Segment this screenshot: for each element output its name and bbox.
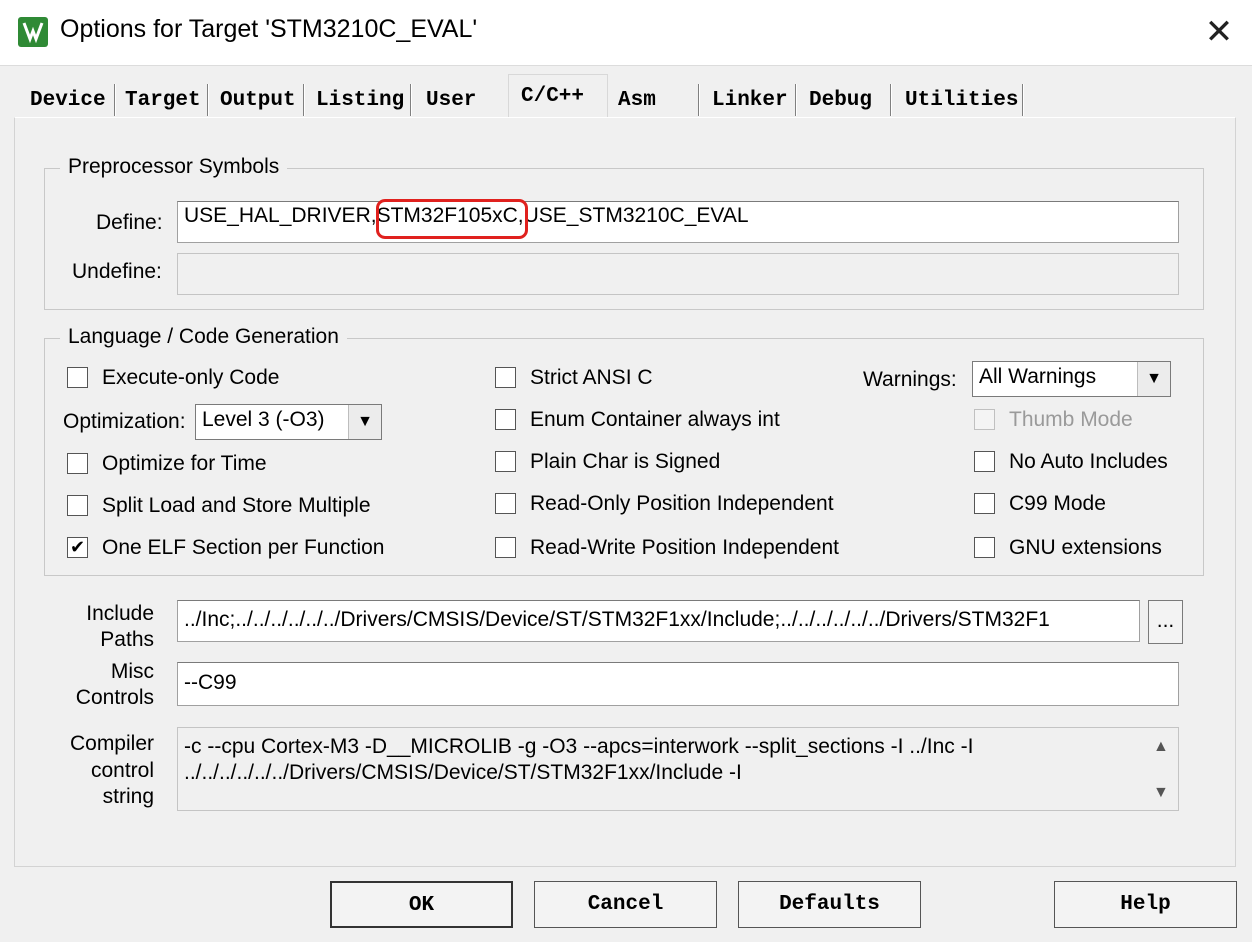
language-legend: Language / Code Generation (60, 325, 347, 349)
enum-container-label: Enum Container always int (530, 408, 780, 431)
tab-utilities[interactable]: Utilities (905, 83, 1018, 118)
plain-char-label: Plain Char is Signed (530, 450, 721, 473)
thumb-mode-checkbox (974, 409, 995, 430)
execute-only-checkbox[interactable] (67, 367, 88, 388)
undefine-label: Undefine: (72, 260, 162, 283)
optimization-label: Optimization: (63, 410, 186, 433)
warnings-value: All Warnings (979, 365, 1097, 388)
defaults-button[interactable]: Defaults (738, 881, 921, 928)
optimization-value: Level 3 (-O3) (202, 408, 325, 431)
tab-separator (1022, 84, 1024, 116)
tab-output[interactable]: Output (220, 83, 296, 118)
rw-pi-label: Read-Write Position Independent (530, 536, 839, 559)
split-load-checkbox[interactable] (67, 495, 88, 516)
compiler-control-label-1: Compiler (69, 732, 154, 755)
chevron-down-icon[interactable]: ▼ (348, 405, 381, 439)
optimize-time-label: Optimize for Time (102, 452, 267, 475)
tab-device[interactable]: Device (30, 83, 106, 118)
tab-user[interactable]: User (426, 83, 476, 118)
tab-listing[interactable]: Listing (316, 83, 404, 118)
help-button[interactable]: Help (1054, 881, 1237, 928)
cancel-button[interactable]: Cancel (534, 881, 717, 928)
browse-include-button[interactable]: ... (1148, 600, 1183, 644)
gnu-ext-checkbox[interactable] (974, 537, 995, 558)
chevron-down-icon[interactable]: ▼ (1137, 362, 1170, 396)
include-paths-label-2: Paths (100, 628, 154, 651)
execute-only-label: Execute-only Code (102, 366, 280, 389)
tab-linker[interactable]: Linker (712, 83, 788, 118)
strict-ansi-checkbox[interactable] (495, 367, 516, 388)
preprocessor-legend: Preprocessor Symbols (60, 155, 288, 179)
tab-cpp-active[interactable]: C/C++ (508, 74, 608, 118)
tab-separator (410, 84, 412, 116)
thumb-mode-label: Thumb Mode (1009, 408, 1133, 431)
ro-pi-label: Read-Only Position Independent (530, 492, 834, 515)
misc-controls-label-1: Misc (110, 660, 154, 683)
strict-ansi-label: Strict ANSI C (530, 366, 653, 389)
define-text-before: USE_HAL_DRIVER, (184, 204, 377, 227)
include-paths-label-1: Include (86, 602, 154, 625)
plain-char-checkbox[interactable] (495, 451, 516, 472)
keil-app-icon (18, 17, 48, 47)
no-auto-includes-label: No Auto Includes (1009, 450, 1168, 473)
tab-separator (303, 84, 305, 116)
compiler-control-line-1: -c --cpu Cortex-M3 -D__MICROLIB -g -O3 -… (184, 735, 974, 758)
tab-separator (207, 84, 209, 116)
tab-debug[interactable]: Debug (809, 83, 872, 118)
define-input[interactable]: USE_HAL_DRIVER,STM32F105xC,USE_STM3210C_… (177, 201, 1179, 243)
compiler-control-line-2: ../../../../../../Drivers/CMSIS/Device/S… (184, 761, 742, 784)
split-load-label: Split Load and Store Multiple (102, 494, 371, 517)
window-title: Options for Target 'STM3210C_EVAL' (60, 15, 478, 43)
include-paths-input[interactable]: ../Inc;../../../../../../Drivers/CMSIS/D… (177, 600, 1140, 642)
define-label: Define: (96, 211, 163, 234)
compiler-control-label-2: control (90, 759, 154, 782)
optimize-time-checkbox[interactable] (67, 453, 88, 474)
checkmark-icon: ✔ (69, 537, 86, 557)
tab-separator (698, 84, 700, 116)
close-icon[interactable]: ✕ (1196, 10, 1242, 54)
tab-separator (114, 84, 116, 116)
undefine-input[interactable] (177, 253, 1179, 295)
enum-container-checkbox[interactable] (495, 409, 516, 430)
compiler-control-textarea: -c --cpu Cortex-M3 -D__MICROLIB -g -O3 -… (177, 727, 1179, 811)
annotation-highlight-box (376, 199, 528, 239)
warnings-label: Warnings: (863, 368, 957, 391)
rw-pi-checkbox[interactable] (495, 537, 516, 558)
tab-asm[interactable]: Asm (618, 83, 656, 118)
scroll-up-icon[interactable]: ▲ (1153, 738, 1169, 756)
scroll-down-icon[interactable]: ▼ (1153, 784, 1169, 802)
ok-button[interactable]: OK (330, 881, 513, 928)
tab-separator (795, 84, 797, 116)
c99-mode-checkbox[interactable] (974, 493, 995, 514)
misc-controls-label-2: Controls (75, 686, 154, 709)
tab-separator (890, 84, 892, 116)
misc-controls-input[interactable]: --C99 (177, 662, 1179, 706)
define-text-after: ,USE_STM3210C_EVAL (517, 204, 749, 227)
c99-mode-label: C99 Mode (1009, 492, 1106, 515)
one-elf-label: One ELF Section per Function (102, 536, 385, 559)
no-auto-includes-checkbox[interactable] (974, 451, 995, 472)
gnu-ext-label: GNU extensions (1009, 536, 1162, 559)
ro-pi-checkbox[interactable] (495, 493, 516, 514)
compiler-control-label-3: string (102, 785, 154, 808)
tab-target[interactable]: Target (125, 83, 201, 118)
one-elf-checkbox[interactable]: ✔ (67, 537, 88, 558)
